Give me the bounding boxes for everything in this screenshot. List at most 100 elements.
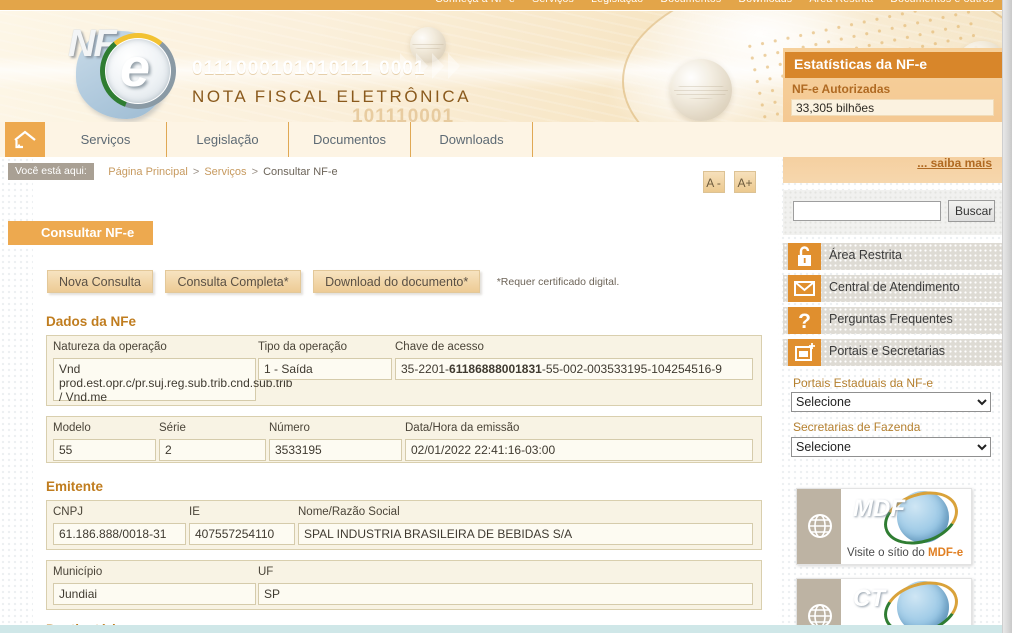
topnav-item-documentos[interactable]: Documentos [660, 0, 721, 5]
nfe-logo[interactable]: NF e [62, 15, 207, 122]
label-modelo: Modelo [53, 422, 91, 434]
nav-item-legislacao[interactable]: Legislação [167, 122, 289, 157]
breadcrumb-link-servicos[interactable]: Serviços [204, 166, 246, 178]
window-scrollbar-gutter[interactable] [1002, 0, 1012, 633]
search-input[interactable] [793, 201, 941, 221]
font-size-controls: A - A+ [698, 171, 756, 193]
value-ie: 407557254110 [189, 523, 295, 545]
main-navigation: Serviços Legislação Documentos Downloads [0, 122, 1002, 157]
statistics-title: Estatísticas da NF-e [794, 56, 928, 72]
font-increase-button[interactable]: A+ [734, 171, 756, 193]
breadcrumb-path: Página Principal > Serviços > Consultar … [108, 166, 337, 178]
window-plus-icon [788, 339, 821, 366]
chave-prefix: 35-2201- [401, 362, 450, 376]
promo-icon-panel [797, 489, 841, 564]
envelope-icon [788, 275, 821, 302]
value-cnpj: 61.186.888/0018-31 [53, 523, 186, 545]
breadcrumb-separator: > [192, 165, 200, 178]
statistics-header: Estatísticas da NF-e [785, 52, 1002, 78]
nav-item-servicos[interactable]: Serviços [45, 122, 167, 157]
nav-item-downloads[interactable]: Downloads [411, 122, 533, 157]
mdfe-promo-caption: Visite o sítio do MDF-e [847, 547, 963, 559]
label-numero: Número [269, 422, 310, 434]
topnav-item-area-restrita[interactable]: Área Restrita [809, 0, 873, 5]
bottom-strip [0, 625, 1002, 633]
topnav-item-documentos-outros[interactable]: Documentos e outros [890, 0, 994, 5]
label-chave-acesso: Chave de acesso [395, 341, 484, 353]
nav-filler [533, 122, 1002, 157]
dados-nfe-group-2: Modelo Série Número Data/Hora da emissão… [46, 416, 762, 463]
label-cnpj: CNPJ [53, 506, 84, 518]
mdfe-logo-text: MDF [853, 495, 905, 522]
promo-caption-prefix: Visite o sítio do [847, 547, 928, 559]
label-tipo-operacao: Tipo da operação [258, 341, 348, 353]
breadcrumb-separator: > [251, 165, 259, 178]
sidebar-item-portais-secretarias[interactable]: Portais e Secretarias [783, 339, 1002, 366]
banner-title: NOTA FISCAL ELETRÔNICA [192, 87, 472, 106]
banner-binary-text: 0111000101010111 0001 [192, 58, 426, 79]
label-portais-estaduais: Portais Estaduais da NF-e [793, 376, 934, 390]
sidebar-item-central-atendimento[interactable]: Central de Atendimento [783, 275, 1002, 302]
right-sidebar: Estatísticas da NF-e NF-e Autorizadas 33… [783, 0, 1002, 633]
consulta-completa-button[interactable]: Consulta Completa* [165, 270, 301, 293]
sidebar-item-label: Portais e Secretarias [829, 344, 946, 358]
sidebar-item-perguntas-frequentes[interactable]: ? Perguntas Frequentes [783, 307, 1002, 334]
question-mark-icon: ? [788, 307, 821, 334]
label-secretarias-fazenda: Secretarias de Fazenda [793, 420, 921, 434]
topnav-item-servicos[interactable]: Serviços [532, 0, 574, 5]
breadcrumb-label: Você está aqui: [8, 163, 94, 181]
font-decrease-button[interactable]: A - [702, 171, 725, 193]
value-serie: 2 [159, 439, 266, 461]
breadcrumb: Você está aqui: Página Principal > Servi… [8, 163, 338, 181]
label-nfe-autorizadas: NF-e Autorizadas [792, 82, 891, 96]
promo-caption-brand: MDF-e [927, 547, 964, 559]
breadcrumb-link-home[interactable]: Página Principal [108, 166, 188, 178]
banner-sphere-decoration [670, 59, 732, 121]
topnav-item-conheca[interactable]: Conheça a NF-e [435, 0, 515, 5]
globe-icon [807, 513, 833, 544]
search-button[interactable]: Buscar [948, 200, 995, 222]
label-municipio: Município [53, 566, 103, 578]
dados-nfe-group-1: Natureza da operação Tipo da operação Ch… [46, 335, 762, 406]
portais-estaduais-select[interactable]: Selecione [791, 392, 991, 412]
page-title-bar: Consultar NF-e [8, 221, 153, 245]
emitente-group-1: CNPJ IE Nome/Razão Social 61.186.888/001… [46, 500, 762, 550]
label-ie: IE [189, 506, 200, 518]
download-documento-button[interactable]: Download do documento* [313, 270, 481, 293]
chave-cnpj-segment: 61186888001831 [449, 362, 542, 376]
page-frame: Conheça a NF-e Serviços Legislação Docum… [0, 0, 1002, 633]
label-data-hora: Data/Hora da emissão [405, 422, 520, 434]
page-title: Consultar NF-e [41, 225, 135, 240]
secretarias-fazenda-select[interactable]: Selecione [791, 437, 991, 457]
value-nfe-autorizadas: 33,305 bilhões [791, 99, 994, 116]
cte-logo-text: CT [853, 585, 885, 612]
home-button[interactable] [5, 122, 45, 157]
value-municipio: Jundiai [53, 583, 256, 605]
nfe-portal-page: Conheça a NF-e Serviços Legislação Docum… [0, 0, 1012, 633]
breadcrumb-current: Consultar NF-e [263, 165, 338, 178]
nfe-logo-e-text: e [120, 38, 151, 98]
nav-item-documentos[interactable]: Documentos [289, 122, 411, 157]
chave-suffix: -55-002-003533195-104254516-9 [541, 362, 722, 376]
sidebar-item-area-restrita[interactable]: Área Restrita [783, 243, 1002, 270]
banner-binary-text: 101110001 [352, 106, 455, 122]
label-serie: Série [159, 422, 186, 434]
value-nome-razao-social: SPAL INDUSTRIA BRASILEIRA DE BEBIDAS S/A [298, 523, 753, 545]
sidebar-item-label: Central de Atendimento [829, 280, 960, 294]
value-tipo-operacao: 1 - Saída [258, 358, 392, 380]
value-numero: 3533195 [269, 439, 402, 461]
lock-icon [788, 243, 821, 270]
label-natureza-operacao: Natureza da operação [53, 341, 167, 353]
topnav-item-legislacao[interactable]: Legislação [591, 0, 643, 5]
top-utility-nav-items: Conheça a NF-e Serviços Legislação Docum… [421, 0, 994, 5]
label-uf: UF [258, 566, 274, 578]
action-button-bar: Nova Consulta Consulta Completa* Downloa… [47, 270, 619, 293]
mdfe-promo-banner[interactable]: MDF Visite o sítio do MDF-e [796, 488, 972, 565]
topnav-item-downloads[interactable]: Downloads [739, 0, 793, 5]
nova-consulta-button[interactable]: Nova Consulta [47, 270, 153, 293]
certificate-note: *Requer certificado digital. [496, 275, 620, 288]
search-area: Buscar [783, 190, 1002, 235]
value-modelo: 55 [53, 439, 156, 461]
saiba-mais-link[interactable]: ... saiba mais [917, 156, 992, 170]
label-nome-razao-social: Nome/Razão Social [298, 506, 400, 518]
